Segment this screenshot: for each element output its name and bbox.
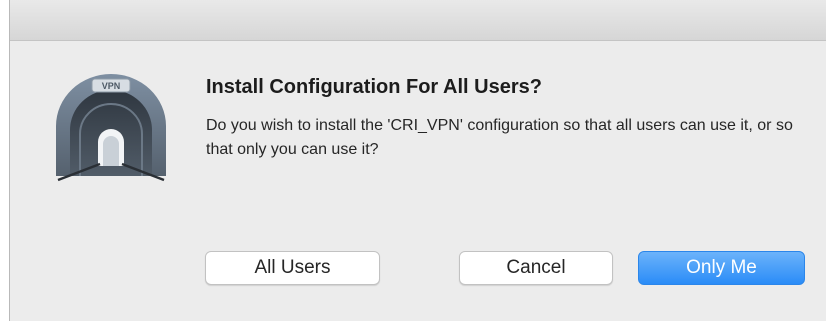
cancel-button[interactable]: Cancel (459, 251, 613, 285)
install-configuration-dialog: VPN Install Configuration For All Users?… (9, 0, 826, 321)
dialog-titlebar[interactable] (10, 0, 826, 41)
dialog-message: Do you wish to install the 'CRI_VPN' con… (206, 117, 793, 158)
vpn-tunnel-icon: VPN (50, 70, 172, 182)
dialog-title: Install Configuration For All Users? (206, 76, 542, 98)
all-users-button[interactable]: All Users (205, 251, 380, 285)
svg-text:VPN: VPN (102, 81, 121, 91)
only-me-button[interactable]: Only Me (638, 251, 805, 285)
